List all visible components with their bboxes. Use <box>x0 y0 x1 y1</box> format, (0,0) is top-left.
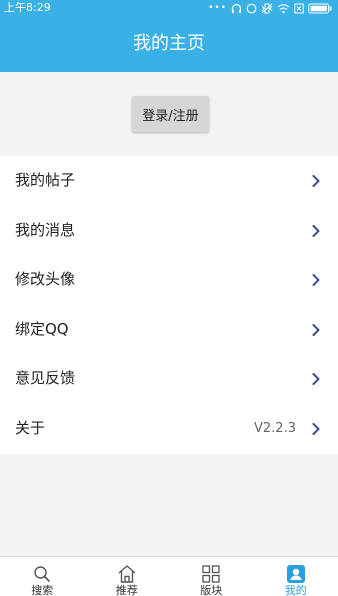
wifi-icon <box>277 3 290 13</box>
status-icons: ••• <box>208 1 332 15</box>
grid-icon <box>202 565 220 583</box>
menu-item-label: 我的帖子 <box>15 171 76 189</box>
menu-item-label: 修改头像 <box>15 270 76 289</box>
no-sim-icon <box>294 3 304 13</box>
tab-label: 版块 <box>200 584 223 596</box>
chevron-right-icon <box>312 175 320 187</box>
headset-icon <box>231 3 242 13</box>
tab-mine[interactable]: 我的 <box>254 557 338 596</box>
status-bar: 上午8:29 ••• <box>0 0 338 16</box>
menu-item-about[interactable]: 关于 V2.2.3 <box>0 404 338 454</box>
chevron-right-icon <box>312 323 320 336</box>
menu-item-my-posts[interactable]: 我的帖子 <box>0 156 338 206</box>
chevron-right-icon <box>312 224 320 237</box>
tab-label: 推荐 <box>115 584 138 596</box>
chevron-right-icon <box>312 373 320 386</box>
menu-list: 我的帖子 我的消息 修改头像 绑定QQ 意见反馈 关于 V2.2.3 <box>0 156 338 454</box>
page-title: 我的主页 <box>133 33 205 54</box>
menu-item-bind-qq[interactable]: 绑定QQ <box>0 305 338 355</box>
alarm-icon <box>246 3 257 13</box>
tab-label: 搜索 <box>31 584 54 596</box>
menu-item-label: 意见反馈 <box>15 369 76 388</box>
bottom-nav: 搜索 推荐 版块 我的 <box>0 556 338 596</box>
app-bar: 我的主页 <box>0 16 338 72</box>
status-time: 上午8:29 <box>4 1 51 14</box>
tab-label: 我的 <box>284 584 307 596</box>
menu-item-label: 关于 <box>15 419 46 437</box>
chevron-right-icon <box>312 423 320 435</box>
home-icon <box>118 565 136 583</box>
menu-item-label: 我的消息 <box>15 220 76 239</box>
more-dots-icon: ••• <box>208 3 227 13</box>
menu-item-change-avatar[interactable]: 修改头像 <box>0 255 338 305</box>
menu-item-my-messages[interactable]: 我的消息 <box>0 206 338 256</box>
search-icon <box>34 566 51 582</box>
login-area: 登录/注册 <box>0 72 338 156</box>
tab-search[interactable]: 搜索 <box>0 557 85 596</box>
vibrate-icon <box>261 3 273 13</box>
login-register-button[interactable]: 登录/注册 <box>132 96 209 132</box>
tab-boards[interactable]: 版块 <box>169 557 254 596</box>
version-label: V2.2.3 <box>254 421 296 436</box>
chevron-right-icon <box>312 274 320 287</box>
user-icon <box>286 565 305 583</box>
menu-item-feedback[interactable]: 意见反馈 <box>0 354 338 404</box>
tab-recommend[interactable]: 推荐 <box>85 557 170 596</box>
battery-icon <box>308 3 332 13</box>
menu-item-label: 绑定QQ <box>15 319 69 338</box>
